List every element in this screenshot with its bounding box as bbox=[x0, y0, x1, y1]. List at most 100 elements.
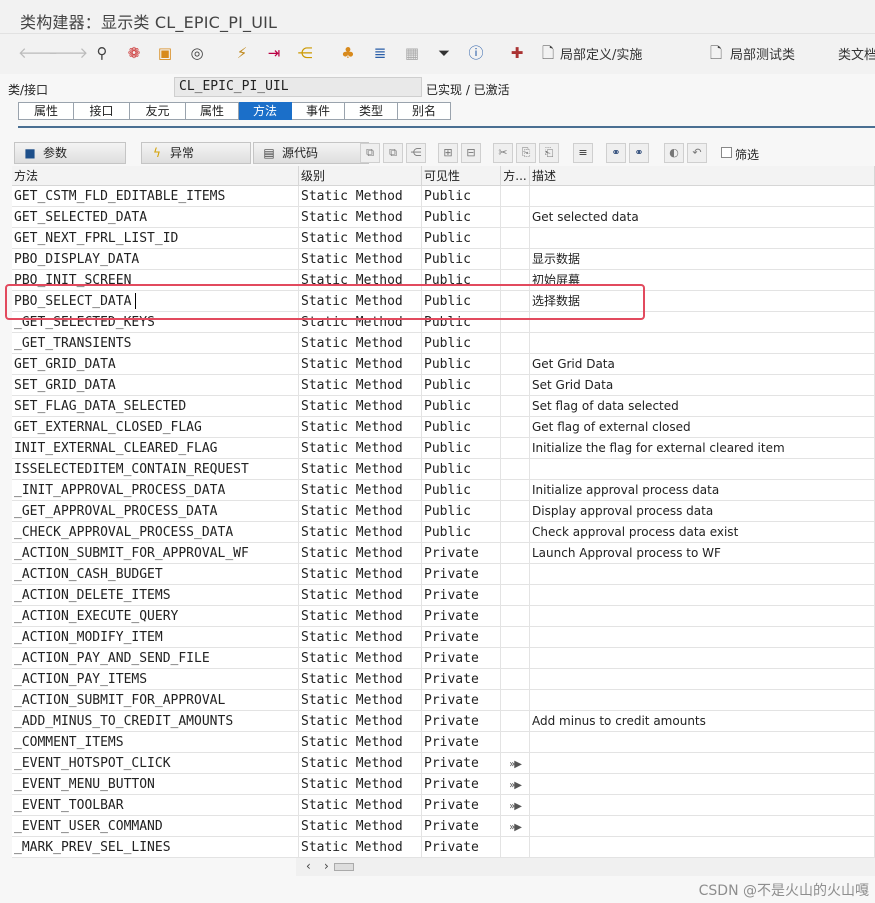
method-name-cell[interactable]: PBO_SELECT_DATA bbox=[12, 291, 299, 312]
method-type-cell[interactable] bbox=[501, 711, 530, 732]
components-icon[interactable]: ✚ bbox=[507, 43, 527, 63]
method-type-cell[interactable] bbox=[501, 501, 530, 522]
table-row[interactable]: _INIT_APPROVAL_PROCESS_DATA Static Method… bbox=[12, 480, 875, 501]
method-type-cell[interactable] bbox=[501, 207, 530, 228]
level-cell[interactable]: Static Method bbox=[299, 606, 422, 627]
level-cell[interactable]: Static Method bbox=[299, 333, 422, 354]
method-type-cell[interactable]: »▶ bbox=[501, 753, 530, 774]
table-row[interactable]: _MARK_PREV_SEL_LINES Static Method Private bbox=[12, 837, 875, 858]
tab-properties[interactable]: 属性 bbox=[18, 102, 74, 120]
level-cell[interactable]: Static Method bbox=[299, 522, 422, 543]
visibility-cell[interactable]: Public bbox=[422, 396, 501, 417]
method-type-cell[interactable] bbox=[501, 669, 530, 690]
method-name-cell[interactable]: ISSELECTEDITEM_CONTAIN_REQUEST bbox=[12, 459, 299, 480]
method-type-cell[interactable] bbox=[501, 333, 530, 354]
description-cell[interactable]: Set Grid Data bbox=[530, 375, 875, 396]
method-name-cell[interactable]: _ACTION_PAY_ITEMS bbox=[12, 669, 299, 690]
description-cell[interactable] bbox=[530, 228, 875, 249]
description-cell[interactable]: 初始屏幕 bbox=[530, 270, 875, 291]
visibility-cell[interactable]: Private bbox=[422, 837, 501, 858]
level-cell[interactable]: Static Method bbox=[299, 585, 422, 606]
table-row[interactable]: GET_EXTERNAL_CLOSED_FLAG Static Method Pub… bbox=[12, 417, 875, 438]
method-type-cell[interactable] bbox=[501, 627, 530, 648]
level-cell[interactable]: Static Method bbox=[299, 249, 422, 270]
tab-types[interactable]: 类型 bbox=[345, 102, 398, 120]
tab-interfaces[interactable]: 接口 bbox=[74, 102, 130, 120]
level-cell[interactable]: Static Method bbox=[299, 417, 422, 438]
description-cell[interactable] bbox=[530, 837, 875, 858]
level-cell[interactable]: Static Method bbox=[299, 438, 422, 459]
method-name-cell[interactable]: GET_GRID_DATA bbox=[12, 354, 299, 375]
method-name-cell[interactable]: _EVENT_TOOLBAR bbox=[12, 795, 299, 816]
glasses-icon[interactable]: ⚲ bbox=[92, 43, 112, 63]
visibility-cell[interactable]: Private bbox=[422, 606, 501, 627]
description-cell[interactable] bbox=[530, 186, 875, 207]
visibility-cell[interactable]: Private bbox=[422, 774, 501, 795]
table-row[interactable]: INIT_EXTERNAL_CLEARED_FLAG Static Method P… bbox=[12, 438, 875, 459]
visibility-cell[interactable]: Private bbox=[422, 711, 501, 732]
level-cell[interactable]: Static Method bbox=[299, 543, 422, 564]
method-name-cell[interactable]: _EVENT_USER_COMMAND bbox=[12, 816, 299, 837]
visibility-cell[interactable]: Private bbox=[422, 585, 501, 606]
method-name-cell[interactable]: GET_SELECTED_DATA bbox=[12, 207, 299, 228]
method-type-cell[interactable] bbox=[501, 732, 530, 753]
column-header-description[interactable]: 描述 bbox=[530, 166, 875, 186]
method-type-cell[interactable] bbox=[501, 543, 530, 564]
method-name-cell[interactable]: _ACTION_PAY_AND_SEND_FILE bbox=[12, 648, 299, 669]
method-type-cell[interactable] bbox=[501, 564, 530, 585]
visibility-cell[interactable]: Public bbox=[422, 501, 501, 522]
scroll-left-icon[interactable]: ‹ bbox=[306, 859, 311, 873]
hierarchy-icon[interactable]: ⋲ bbox=[295, 43, 315, 63]
method-name-cell[interactable]: _EVENT_MENU_BUTTON bbox=[12, 774, 299, 795]
copy-layout-icon[interactable]: ⧉ bbox=[383, 143, 403, 163]
level-cell[interactable]: Static Method bbox=[299, 186, 422, 207]
description-cell[interactable]: Get selected data bbox=[530, 207, 875, 228]
method-name-cell[interactable]: _ACTION_CASH_BUDGET bbox=[12, 564, 299, 585]
method-type-cell[interactable] bbox=[501, 438, 530, 459]
redefine-icon[interactable]: ≡ bbox=[573, 143, 593, 163]
scroll-thumb[interactable] bbox=[334, 863, 354, 871]
filter-checkbox[interactable] bbox=[721, 147, 732, 158]
table-row[interactable]: GET_SELECTED_DATA Static Method Public Get … bbox=[12, 207, 875, 228]
table-row[interactable]: _ACTION_EXECUTE_QUERY Static Method Privat… bbox=[12, 606, 875, 627]
method-name-cell[interactable]: PBO_DISPLAY_DATA bbox=[12, 249, 299, 270]
objects-icon[interactable]: ❁ bbox=[124, 43, 144, 63]
method-type-cell[interactable] bbox=[501, 186, 530, 207]
visibility-cell[interactable]: Public bbox=[422, 249, 501, 270]
visibility-cell[interactable]: Public bbox=[422, 333, 501, 354]
source-code-button[interactable]: ▤ 源代码 bbox=[253, 142, 369, 164]
tab-methods[interactable]: 方法 bbox=[239, 102, 292, 120]
method-type-cell[interactable] bbox=[501, 354, 530, 375]
level-cell[interactable]: Static Method bbox=[299, 711, 422, 732]
horizontal-scrollbar[interactable]: ‹ › bbox=[296, 858, 875, 876]
method-name-cell[interactable]: GET_CSTM_FLD_EDITABLE_ITEMS bbox=[12, 186, 299, 207]
table-row[interactable]: GET_CSTM_FLD_EDITABLE_ITEMS Static Method… bbox=[12, 186, 875, 207]
description-cell[interactable]: 显示数据 bbox=[530, 249, 875, 270]
method-type-cell[interactable]: »▶ bbox=[501, 816, 530, 837]
level-cell[interactable]: Static Method bbox=[299, 501, 422, 522]
method-name-cell[interactable]: _ACTION_SUBMIT_FOR_APPROVAL_WF bbox=[12, 543, 299, 564]
tab-events[interactable]: 事件 bbox=[292, 102, 345, 120]
visibility-cell[interactable]: Public bbox=[422, 480, 501, 501]
level-cell[interactable]: Static Method bbox=[299, 396, 422, 417]
method-name-cell[interactable]: _MARK_PREV_SEL_LINES bbox=[12, 837, 299, 858]
table-row[interactable]: SET_FLAG_DATA_SELECTED Static Method Publi… bbox=[12, 396, 875, 417]
forward-arrow-icon[interactable]: 🡒 bbox=[48, 43, 88, 63]
description-cell[interactable] bbox=[530, 627, 875, 648]
method-type-cell[interactable] bbox=[501, 690, 530, 711]
description-cell[interactable] bbox=[530, 753, 875, 774]
visibility-cell[interactable]: Private bbox=[422, 543, 501, 564]
method-type-cell[interactable] bbox=[501, 417, 530, 438]
cut-icon[interactable]: ✂ bbox=[493, 143, 513, 163]
visibility-cell[interactable]: Public bbox=[422, 354, 501, 375]
table-row[interactable]: _ADD_MINUS_TO_CREDIT_AMOUNTS Static Metho… bbox=[12, 711, 875, 732]
method-name-cell[interactable]: _GET_TRANSIENTS bbox=[12, 333, 299, 354]
level-cell[interactable]: Static Method bbox=[299, 627, 422, 648]
table-row[interactable]: PBO_SELECT_DATA Static Method Public 选择数据 bbox=[12, 291, 875, 312]
description-cell[interactable] bbox=[530, 690, 875, 711]
find-next-icon[interactable]: ⚭ bbox=[629, 143, 649, 163]
paste-icon[interactable]: ⎗ bbox=[539, 143, 559, 163]
method-type-cell[interactable] bbox=[501, 459, 530, 480]
level-cell[interactable]: Static Method bbox=[299, 837, 422, 858]
description-cell[interactable]: Add minus to credit amounts bbox=[530, 711, 875, 732]
